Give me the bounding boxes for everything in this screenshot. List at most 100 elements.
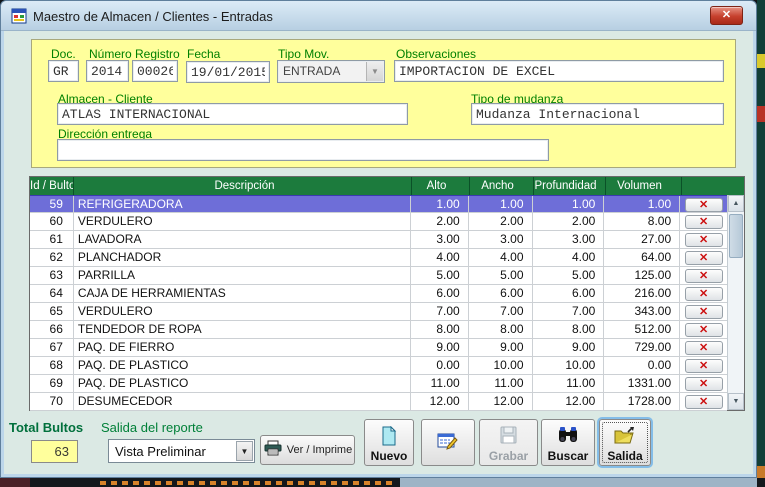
delete-row-button[interactable]: ✕	[685, 305, 723, 319]
table-row[interactable]: 67PAQ. DE FIERRO9.009.009.00729.00✕	[30, 339, 727, 357]
buscar-button[interactable]: Buscar	[541, 419, 595, 466]
delete-row-button[interactable]: ✕	[685, 359, 723, 373]
column-header-descripcion[interactable]: Descripción	[74, 177, 412, 195]
direccion-entrega-field[interactable]	[57, 139, 549, 161]
cell-actions: ✕	[680, 339, 727, 356]
cell-volumen: 216.00	[604, 285, 680, 302]
cell-profundidad: 9.00	[533, 339, 605, 356]
scrollbar-thumb[interactable]	[729, 214, 743, 258]
app-window: Maestro de Almacen / Clientes - Entradas…	[0, 0, 757, 478]
table-row[interactable]: 60VERDULERO2.002.002.008.00✕	[30, 213, 727, 231]
background-taskbar-strip	[0, 478, 765, 487]
cell-actions: ✕	[680, 267, 727, 284]
grabar-button[interactable]: Grabar	[479, 419, 538, 466]
printer-icon	[263, 440, 283, 461]
cell-profundidad: 2.00	[533, 213, 605, 230]
delete-row-button[interactable]: ✕	[685, 251, 723, 265]
cell-volumen: 64.00	[604, 249, 680, 266]
binoculars-icon	[542, 426, 594, 448]
cell-descripcion: VERDULERO	[74, 303, 411, 320]
table-row[interactable]: 66TENDEDOR DE ROPA8.008.008.00512.00✕	[30, 321, 727, 339]
delete-row-button[interactable]: ✕	[685, 287, 723, 301]
tipo-mudanza-field[interactable]	[471, 103, 724, 125]
table-row[interactable]: 63PARRILLA5.005.005.00125.00✕	[30, 267, 727, 285]
cell-descripcion: REFRIGERADORA	[74, 196, 411, 212]
cell-volumen: 1728.00	[604, 393, 680, 410]
delete-row-button[interactable]: ✕	[685, 377, 723, 391]
cell-ancho: 11.00	[469, 375, 533, 392]
delete-row-button[interactable]: ✕	[685, 198, 723, 212]
cell-volumen: 8.00	[604, 213, 680, 230]
table-row[interactable]: 59REFRIGERADORA1.001.001.001.00✕	[30, 195, 727, 213]
cell-ancho: 3.00	[469, 231, 533, 248]
delete-row-button[interactable]: ✕	[685, 395, 723, 409]
column-header-ancho[interactable]: Ancho	[470, 177, 534, 195]
table-row[interactable]: 61LAVADORA3.003.003.0027.00✕	[30, 231, 727, 249]
fecha-label: Fecha	[187, 47, 220, 61]
doc-field[interactable]	[48, 60, 79, 82]
column-header-id[interactable]: Id / Bulto	[30, 177, 74, 195]
cell-id-bulto: 68	[30, 357, 74, 374]
cell-id-bulto: 65	[30, 303, 74, 320]
cell-alto: 3.00	[411, 231, 469, 248]
table-row[interactable]: 68PAQ. DE PLASTICO0.0010.0010.000.00✕	[30, 357, 727, 375]
registro-year-field[interactable]	[86, 60, 129, 82]
salida-label: Salida	[600, 449, 650, 463]
edit-form-icon	[422, 432, 474, 454]
table-row[interactable]: 64CAJA DE HERRAMIENTAS6.006.006.00216.00…	[30, 285, 727, 303]
column-header-profundidad[interactable]: Profundidad	[534, 177, 606, 195]
salida-button[interactable]: Salida	[599, 419, 651, 466]
column-header-actions	[682, 177, 729, 195]
cell-actions: ✕	[680, 357, 727, 374]
registro-number-field[interactable]	[132, 60, 178, 82]
cell-profundidad: 7.00	[533, 303, 605, 320]
delete-row-button[interactable]: ✕	[685, 341, 723, 355]
ver-imprime-label: Ver / Imprime	[287, 444, 352, 456]
column-header-alto[interactable]: Alto	[412, 177, 470, 195]
cell-alto: 0.00	[411, 357, 469, 374]
delete-x-icon: ✕	[699, 378, 708, 390]
cell-volumen: 1331.00	[604, 375, 680, 392]
observaciones-field[interactable]	[394, 60, 724, 82]
tipo-mov-label: Tipo Mov.	[278, 47, 329, 61]
delete-x-icon: ✕	[699, 360, 708, 372]
table-row[interactable]: 70DESUMECEDOR12.0012.0012.001728.00✕	[30, 393, 727, 411]
delete-row-button[interactable]: ✕	[685, 323, 723, 337]
grid-scrollbar[interactable]: ▲ ▼	[727, 195, 744, 410]
cell-actions: ✕	[680, 321, 727, 338]
delete-row-button[interactable]: ✕	[685, 215, 723, 229]
delete-row-button[interactable]: ✕	[685, 269, 723, 283]
cell-descripcion: CAJA DE HERRAMIENTAS	[74, 285, 411, 302]
cell-actions: ✕	[680, 375, 727, 392]
almacen-cliente-field[interactable]	[57, 103, 408, 125]
column-header-volumen[interactable]: Volumen	[606, 177, 682, 195]
table-row[interactable]: 69PAQ. DE PLASTICO11.0011.0011.001331.00…	[30, 375, 727, 393]
cell-ancho: 4.00	[469, 249, 533, 266]
cell-alto: 8.00	[411, 321, 469, 338]
fecha-field[interactable]	[186, 61, 270, 83]
exit-folder-icon	[600, 426, 650, 448]
scroll-up-icon[interactable]: ▲	[728, 195, 744, 212]
title-bar[interactable]: Maestro de Almacen / Clientes - Entradas…	[1, 1, 756, 31]
close-button[interactable]: ✕	[710, 6, 743, 25]
cell-actions: ✕	[680, 285, 727, 302]
delete-row-button[interactable]: ✕	[685, 233, 723, 247]
grabar-label: Grabar	[480, 449, 537, 463]
cell-ancho: 10.00	[469, 357, 533, 374]
window-title: Maestro de Almacen / Clientes - Entradas	[33, 9, 273, 24]
table-row[interactable]: 65VERDULERO7.007.007.00343.00✕	[30, 303, 727, 321]
editar-button[interactable]	[421, 419, 475, 466]
reporte-select[interactable]: Vista Preliminar ▼	[108, 439, 255, 463]
scroll-down-icon[interactable]: ▼	[728, 393, 744, 410]
ver-imprime-button[interactable]: Ver / Imprime	[260, 435, 355, 465]
salida-reporte-label: Salida del reporte	[101, 420, 203, 435]
tipo-mov-select[interactable]: ENTRADA ▼	[277, 60, 385, 83]
cell-id-bulto: 60	[30, 213, 74, 230]
cell-alto: 11.00	[411, 375, 469, 392]
cell-profundidad: 5.00	[533, 267, 605, 284]
cell-actions: ✕	[680, 249, 727, 266]
nuevo-button[interactable]: Nuevo	[364, 419, 414, 466]
cell-volumen: 729.00	[604, 339, 680, 356]
table-row[interactable]: 62PLANCHADOR4.004.004.0064.00✕	[30, 249, 727, 267]
cell-id-bulto: 62	[30, 249, 74, 266]
